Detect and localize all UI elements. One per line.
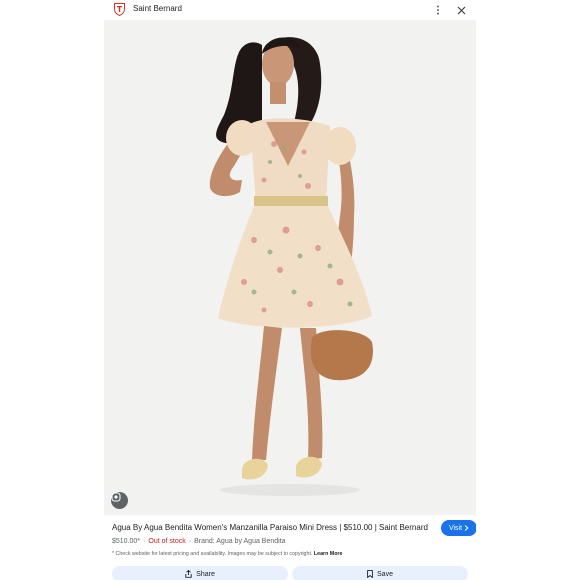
site-name[interactable]: Saint Bernard [133, 4, 182, 13]
google-lens-icon[interactable] [111, 492, 128, 509]
product-price: $510.00* [112, 538, 141, 545]
close-icon[interactable] [453, 2, 469, 18]
image-viewer-panel: Saint Bernard Agua By Agua Bendita Women… [104, 0, 476, 580]
separator-dot: · [188, 538, 192, 545]
more-vertical-icon[interactable] [430, 2, 446, 18]
save-button[interactable]: Save [292, 566, 468, 580]
copyright-disclaimer: * Check website for latest pricing and a… [112, 551, 342, 557]
product-meta: $510.00* · Out of stock · Brand: Agua by Agu… [112, 538, 286, 545]
shield-crest-icon[interactable] [114, 3, 125, 17]
product-title[interactable]: Agua By Agua Bendita Women's Manzanilla … [112, 523, 428, 532]
disclaimer-text: * Check website for latest pricing and a… [112, 551, 313, 557]
learn-more-link[interactable]: Learn More [314, 551, 343, 557]
separator-dot: · [143, 538, 146, 545]
bookmark-icon [367, 570, 373, 578]
stock-status: Out of stock [148, 538, 186, 545]
save-button-label: Save [377, 570, 393, 578]
visit-button[interactable]: Visit [441, 520, 476, 536]
viewer-header: Saint Bernard [104, 0, 476, 20]
share-button[interactable]: Share [112, 566, 288, 580]
product-photo[interactable] [104, 20, 476, 515]
product-brand: Brand: Agua by Agua Bendita [194, 538, 286, 545]
share-icon [185, 570, 192, 578]
product-photo-illustration [104, 20, 476, 515]
visit-button-label: Visit [448, 524, 463, 532]
product-title-row: Agua By Agua Bendita Women's Manzanilla … [112, 520, 476, 536]
chevron-right-icon [464, 525, 469, 531]
share-button-label: Share [196, 570, 215, 578]
